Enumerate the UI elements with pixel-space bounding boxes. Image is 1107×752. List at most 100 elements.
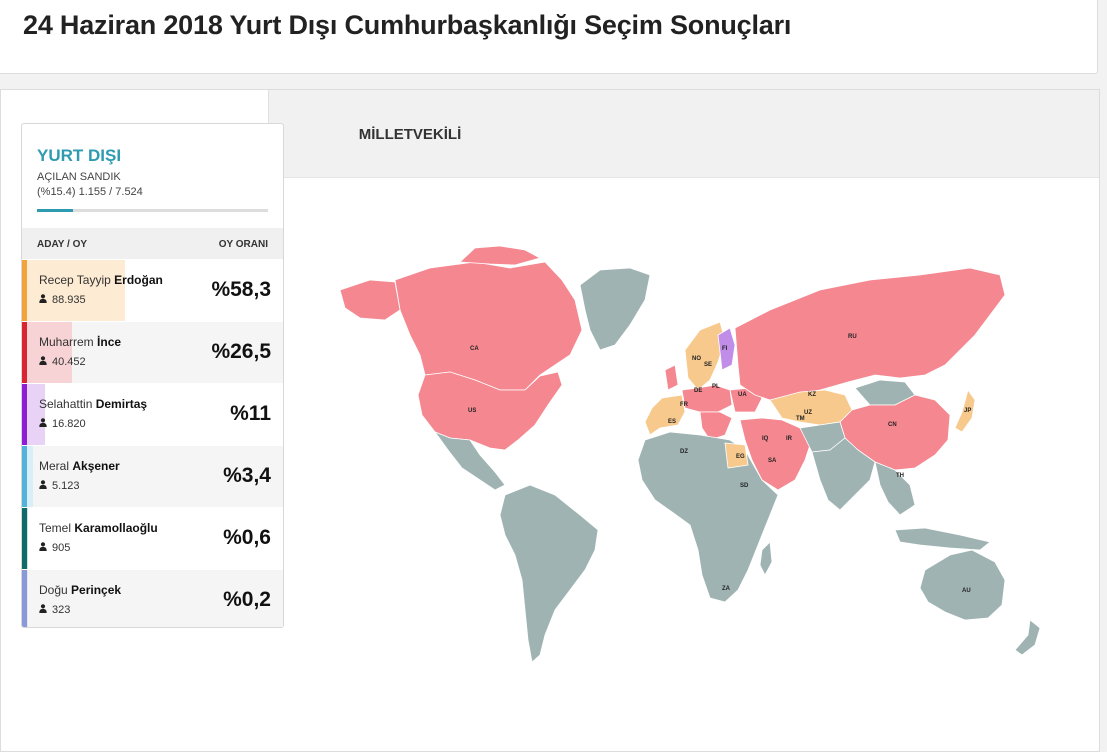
world-map[interactable]: CA US RU KZ CN JP NOSE FI DE PL FR ES UA IQ IR TMUZ EG SA… — [300, 150, 1090, 690]
person-icon — [39, 542, 52, 554]
person-icon — [39, 294, 52, 306]
map-label-tm: TM — [796, 416, 805, 422]
map-country-nz[interactable] — [1014, 619, 1041, 656]
candidate-last-name: Akşener — [72, 459, 120, 473]
map-label-uz: UZ — [804, 410, 812, 416]
candidate-first-name: Muharrem — [39, 335, 94, 349]
candidate-percentage: %58,3 — [211, 278, 271, 301]
candidate-first-name: Recep Tayyip — [39, 273, 111, 287]
map-label-ca: CA — [470, 346, 479, 352]
vote-count: 40.452 — [52, 356, 86, 368]
person-icon — [39, 418, 52, 430]
candidate-last-name: Perinçek — [71, 583, 122, 597]
candidate-row[interactable]: Selahattin Demirtaş 16.820 %11 — [22, 383, 283, 445]
map-label-kz: KZ — [808, 392, 816, 398]
map-label-za: ZA — [722, 586, 731, 592]
map-label-au: AU — [962, 588, 971, 594]
vote-count: 16.820 — [52, 418, 86, 430]
map-label-de: DE — [694, 388, 702, 394]
candidate-percentage: %0,6 — [223, 526, 271, 549]
candidate-name: Temel Karamollaoğlu — [39, 521, 158, 535]
map-label-cn: CN — [888, 422, 897, 428]
map-label-es: ES — [668, 419, 676, 425]
candidate-share-bar — [27, 446, 33, 507]
candidate-first-name: Selahattin — [39, 397, 93, 411]
progress-bar — [37, 209, 268, 212]
map-label-pl: PL — [712, 384, 720, 390]
candidate-votes: 905 — [39, 542, 70, 554]
candidate-last-name: Demirtaş — [95, 397, 148, 411]
vote-count: 905 — [52, 542, 71, 554]
candidate-first-name: Meral — [39, 459, 70, 473]
results-card: YURT DIŞI AÇILAN SANDIK (%15.4) 1.155 / … — [21, 123, 284, 628]
map-label-ru: RU — [848, 334, 857, 340]
column-header-share: OY ORANI — [218, 239, 268, 250]
map-country-uk[interactable] — [664, 364, 679, 391]
candidate-share-bar — [27, 260, 125, 321]
map-label-th: TH — [896, 473, 904, 479]
candidate-name: Doğu Perinçek — [39, 583, 121, 597]
candidate-votes: 40.452 — [39, 356, 86, 368]
map-label-ir: IR — [786, 436, 793, 442]
candidate-row[interactable]: Temel Karamollaoğlu 905 %0,6 — [22, 507, 283, 569]
person-icon — [39, 604, 52, 616]
map-label-us: US — [468, 408, 476, 414]
candidate-votes: 5.123 — [39, 480, 80, 492]
map-label-iq: IQ — [762, 436, 769, 442]
map-region-southeast-asia[interactable] — [874, 461, 916, 516]
map-country-ru[interactable] — [734, 267, 1006, 401]
map-country-us-alaska[interactable] — [339, 279, 401, 321]
candidate-name: Meral Akşener — [39, 459, 120, 473]
candidate-last-name: Erdoğan — [114, 273, 163, 287]
column-header-candidate: ADAY / OY — [37, 239, 88, 250]
header-card: 24 Haziran 2018 Yurt Dışı Cumhurbaşkanlı… — [0, 0, 1098, 74]
progress-bar-fill — [37, 209, 73, 212]
map-region-indonesia[interactable] — [894, 527, 991, 551]
candidate-votes: 88.935 — [39, 294, 86, 306]
candidate-percentage: %11 — [230, 402, 271, 425]
candidate-share-bar — [27, 508, 28, 569]
map-country-no-se[interactable] — [684, 321, 726, 391]
map-label-se: SE — [704, 362, 712, 368]
candidate-row[interactable]: Recep Tayyip Erdoğan 88.935 %58,3 — [22, 259, 283, 321]
map-country-gl[interactable] — [579, 267, 651, 351]
map-country-mg[interactable] — [759, 541, 773, 576]
candidate-percentage: %3,4 — [223, 464, 271, 487]
candidate-votes: 323 — [39, 604, 70, 616]
opened-boxes-count: (%15.4) 1.155 / 7.524 — [37, 186, 143, 198]
map-country-ca-north[interactable] — [459, 245, 542, 266]
person-icon — [39, 480, 52, 492]
candidate-name: Selahattin Demirtaş — [39, 397, 147, 411]
candidate-percentage: %26,5 — [211, 340, 271, 363]
candidate-last-name: Karamollaoğlu — [74, 521, 158, 535]
candidate-name: Muharrem İnce — [39, 335, 121, 349]
map-region-south-america[interactable] — [499, 484, 599, 663]
candidate-share-bar — [27, 322, 72, 383]
map-country-de-pl[interactable] — [681, 384, 733, 413]
map-label-ua: UA — [738, 392, 747, 398]
candidate-row[interactable]: Meral Akşener 5.123 %3,4 — [22, 445, 283, 507]
candidate-name: Recep Tayyip Erdoğan — [39, 273, 163, 287]
candidate-first-name: Doğu — [39, 583, 68, 597]
candidate-last-name: İnce — [97, 335, 122, 349]
map-label-no: NO — [692, 356, 701, 362]
candidate-first-name: Temel — [39, 521, 72, 535]
map-country-au[interactable] — [919, 549, 1006, 621]
region-title: YURT DIŞI — [37, 146, 122, 165]
vote-count: 88.935 — [52, 294, 86, 306]
map-label-dz: DZ — [680, 449, 688, 455]
candidate-share-bar — [27, 384, 46, 445]
vote-count: 5.123 — [52, 480, 80, 492]
map-label-fr: FR — [680, 402, 689, 408]
person-icon — [39, 356, 52, 368]
candidate-percentage: %0,2 — [223, 588, 271, 611]
map-label-sd: SD — [740, 483, 749, 489]
candidate-votes: 16.820 — [39, 418, 86, 430]
opened-boxes-label: AÇILAN SANDIK — [37, 171, 121, 183]
map-country-ca[interactable] — [394, 261, 583, 391]
candidate-row[interactable]: Muharrem İnce 40.452 %26,5 — [22, 321, 283, 383]
table-header: ADAY / OY OY ORANI — [22, 228, 283, 259]
map-country-fr-es[interactable] — [644, 394, 686, 436]
map-label-sa: SA — [768, 458, 777, 464]
candidate-row[interactable]: Doğu Perinçek 323 %0,2 — [22, 569, 283, 627]
